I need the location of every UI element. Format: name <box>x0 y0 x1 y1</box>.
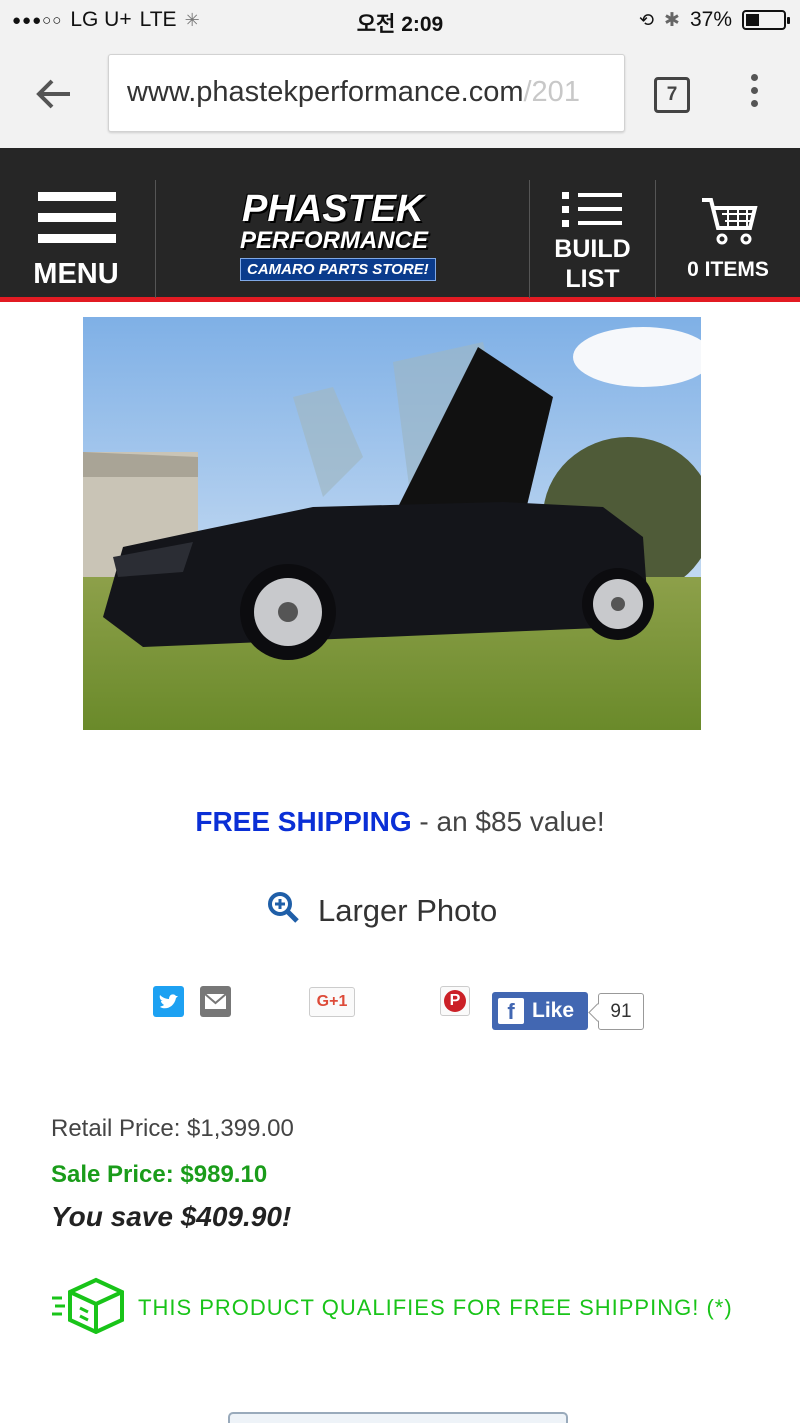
url-domain: www.phastekperformance.com <box>127 76 524 108</box>
logo-tagline: CAMARO PARTS STORE! <box>240 258 436 281</box>
logo-brand: PHASTEK <box>242 188 424 230</box>
pinterest-button[interactable]: P <box>440 986 470 1016</box>
facebook-icon: f <box>498 998 524 1024</box>
like-count: 91 <box>598 993 644 1030</box>
zoom-in-icon <box>266 890 300 932</box>
menu-label: MENU <box>33 258 119 290</box>
sale-price: Sale Price: $989.10 <box>51 1161 268 1188</box>
status-bar: ●●●○○ LG U+ LTE ✳ 오전 2:09 ⟲ ✱ 37% <box>0 0 800 40</box>
cart-count: 0 ITEMS <box>687 258 769 281</box>
bluetooth-icon: ✱ <box>664 9 680 31</box>
free-shipping-value: - an $85 value! <box>411 806 605 837</box>
pinterest-icon: P <box>444 990 466 1012</box>
shipping-box-icon <box>50 1276 124 1340</box>
manufacturer-direct-badge <box>228 1412 568 1423</box>
url-bar[interactable]: www.phastekperformance.com/201 <box>108 54 625 132</box>
battery-percent: 37% <box>689 8 732 31</box>
battery-icon <box>742 10 790 30</box>
cart-button[interactable]: 0 ITEMS <box>656 148 800 297</box>
retail-price: Retail Price: $1,399.00 <box>51 1115 294 1142</box>
facebook-like-button[interactable]: f Like <box>492 992 588 1030</box>
menu-button[interactable]: MENU <box>0 148 155 297</box>
larger-photo-link[interactable]: Larger Photo <box>266 890 497 932</box>
site-logo[interactable]: PHASTEK PERFORMANCE CAMARO PARTS STORE! <box>230 190 456 290</box>
free-shipping-link[interactable]: FREE SHIPPING <box>195 806 411 837</box>
email-share-icon[interactable] <box>200 986 231 1017</box>
savings-text: You save $409.90! <box>51 1201 292 1232</box>
overflow-menu-icon[interactable] <box>744 74 764 114</box>
free-shipping-banner: FREE SHIPPING - an $85 value! <box>0 806 800 838</box>
twitter-icon[interactable] <box>153 986 184 1017</box>
build-list-label: BUILD LIST <box>530 234 655 294</box>
browser-toolbar: www.phastekperformance.com/201 7 <box>0 40 800 148</box>
rotation-lock-icon: ⟲ <box>638 9 655 30</box>
hamburger-icon <box>38 192 116 255</box>
free-shipping-qualifier: THIS PRODUCT QUALIFIES FOR FREE SHIPPING… <box>50 1276 733 1340</box>
build-list-button[interactable]: BUILD LIST <box>530 148 655 297</box>
like-label: Like <box>532 999 575 1022</box>
list-icon <box>560 190 624 230</box>
product-image[interactable] <box>83 317 701 730</box>
shipping-qualifier-text: THIS PRODUCT QUALIFIES FOR FREE SHIPPING… <box>138 1295 733 1320</box>
social-share-bar: G+1 P f Like 91 <box>0 986 800 1036</box>
logo-subbrand: PERFORMANCE <box>240 227 429 254</box>
cart-icon <box>700 196 758 246</box>
site-header: MENU PHASTEK PERFORMANCE CAMARO PARTS ST… <box>0 148 800 302</box>
larger-photo-label: Larger Photo <box>318 893 498 928</box>
back-arrow-icon[interactable] <box>34 74 74 114</box>
header-divider <box>155 180 156 298</box>
google-plus-button[interactable]: G+1 <box>309 987 355 1017</box>
tab-switcher-button[interactable]: 7 <box>654 77 690 113</box>
build-label-line1: BUILD <box>554 235 631 263</box>
build-label-line2: LIST <box>565 265 620 293</box>
status-right: ⟲ ✱ 37% <box>638 8 790 32</box>
url-path: /201 <box>523 76 580 108</box>
